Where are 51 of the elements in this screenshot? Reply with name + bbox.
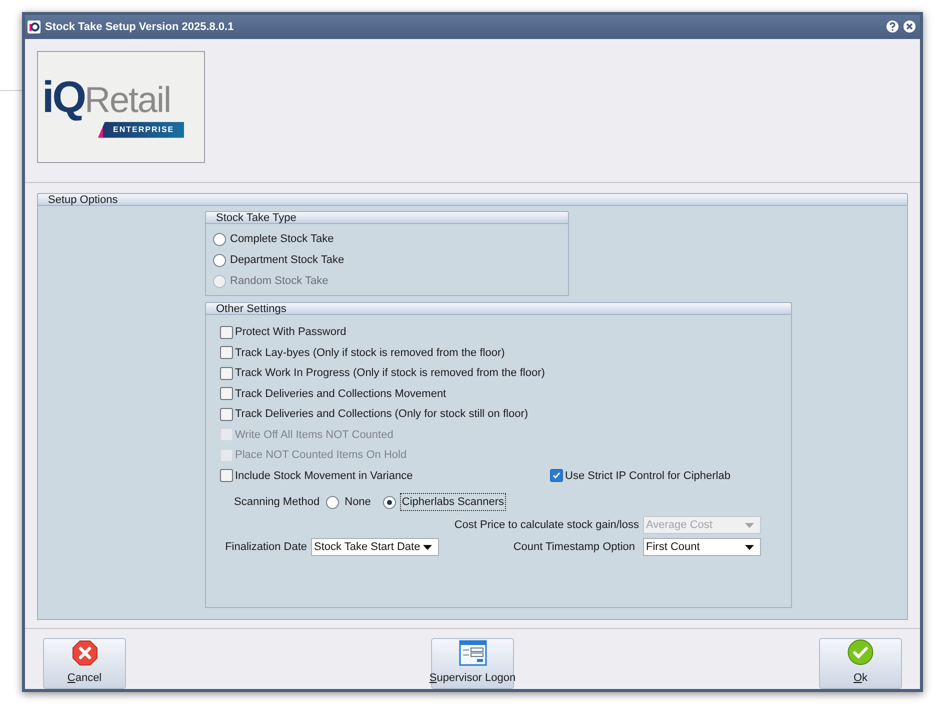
checkbox[interactable] (220, 366, 233, 380)
finalization-date-label: Finalization Date (224, 540, 308, 555)
close-icon (72, 640, 98, 666)
checkmark-icon (552, 471, 561, 480)
checkbox-label: Track Lay-byes (Only if stock is removed from the floor) (235, 346, 505, 360)
caret-icon (745, 522, 754, 528)
finalization-date-dropdown[interactable]: Stock Take Start Date (311, 538, 439, 556)
radio-button[interactable] (213, 233, 226, 246)
logo-edition: ENTERPRISE (98, 122, 184, 138)
checkbox[interactable] (220, 469, 233, 482)
count-timestamp-label: Count Timestamp Option (512, 540, 636, 555)
caret-icon (423, 544, 432, 550)
radio-label: Department Stock Take (230, 253, 344, 268)
checkbox-label: Use Strict IP Control for Cipherlab (565, 468, 730, 484)
checkbox-label: Track Deliveries and Collections Movement (235, 386, 446, 402)
caret-icon (745, 544, 754, 550)
help-icon[interactable] (886, 20, 899, 34)
radio-button[interactable] (213, 254, 226, 267)
window-title: Stock Take Setup Version 2025.8.0.1 (45, 20, 235, 35)
checkbox[interactable] (220, 326, 233, 339)
logon-button[interactable]: Supervisor Logon (431, 638, 514, 689)
checkbox-label: Track Deliveries and Collections (Only for stock still on floor) (235, 407, 528, 422)
checkbox[interactable] (220, 346, 233, 360)
radio-label: None (344, 494, 372, 510)
group-header: Other Settings (205, 302, 792, 315)
close-icon[interactable] (903, 20, 916, 34)
checkmark-icon (847, 639, 874, 666)
checkbox-label: Place NOT Counted Items On Hold (235, 448, 407, 463)
cancel-button[interactable]: Cancel (43, 638, 126, 689)
radio-button[interactable] (382, 496, 396, 508)
form-window-icon (458, 640, 486, 666)
radio-label: Complete Stock Take (230, 232, 334, 248)
checkbox[interactable] (550, 469, 563, 482)
group-header: Setup Options (37, 193, 908, 206)
radio-label: Random Stock Take (230, 274, 328, 290)
group-header: Stock Take Type (205, 211, 569, 224)
count-timestamp-dropdown[interactable]: First Count (643, 538, 761, 556)
radio-label: Cipherlabs Scanners (400, 492, 506, 512)
logo-mark: iQ (42, 76, 84, 120)
checkbox[interactable] (220, 408, 233, 421)
app-icon (27, 20, 41, 34)
logo-text: Retail (84, 82, 170, 118)
cost-price-label: Cost Price to calculate stock gain/loss (453, 518, 640, 533)
checkbox-label: Write Off All Items NOT Counted (235, 428, 394, 442)
checkbox-label: Include Stock Movement in Variance (235, 468, 413, 484)
checkbox-label: Protect With Password (235, 325, 346, 340)
checkbox[interactable] (220, 387, 233, 400)
scanning-method-label: Scanning Method (234, 494, 320, 510)
radio-button[interactable] (326, 496, 339, 508)
ok-button[interactable]: Ok (819, 638, 902, 689)
checkbox-label: Track Work In Progress (Only if stock is removed from the floor) (235, 366, 545, 381)
